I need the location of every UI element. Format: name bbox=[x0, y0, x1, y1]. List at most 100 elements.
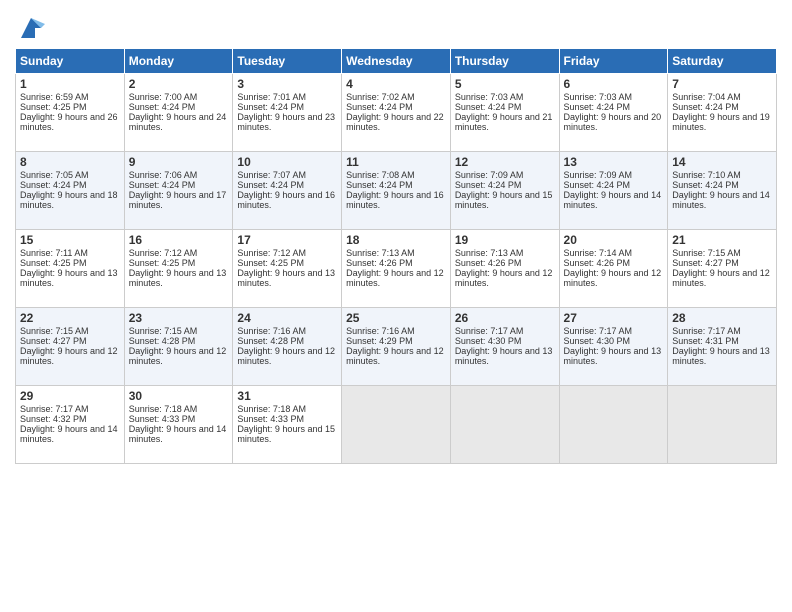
sunset-label: Sunset: 4:24 PM bbox=[564, 180, 631, 190]
calendar-day-21: 21Sunrise: 7:15 AMSunset: 4:27 PMDayligh… bbox=[668, 230, 777, 308]
sunset-label: Sunset: 4:24 PM bbox=[564, 102, 631, 112]
weekday-header-sunday: Sunday bbox=[16, 49, 125, 74]
sunrise-label: Sunrise: 6:59 AM bbox=[20, 92, 89, 102]
daylight-label: Daylight: 9 hours and 19 minutes. bbox=[672, 112, 770, 132]
sunset-label: Sunset: 4:25 PM bbox=[20, 102, 87, 112]
calendar-day-10: 10Sunrise: 7:07 AMSunset: 4:24 PMDayligh… bbox=[233, 152, 342, 230]
sunset-label: Sunset: 4:25 PM bbox=[237, 258, 304, 268]
sunrise-label: Sunrise: 7:07 AM bbox=[237, 170, 306, 180]
sunrise-label: Sunrise: 7:10 AM bbox=[672, 170, 741, 180]
daylight-label: Daylight: 9 hours and 14 minutes. bbox=[20, 424, 118, 444]
daylight-label: Daylight: 9 hours and 13 minutes. bbox=[20, 268, 118, 288]
weekday-header-wednesday: Wednesday bbox=[342, 49, 451, 74]
sunrise-label: Sunrise: 7:05 AM bbox=[20, 170, 89, 180]
sunrise-label: Sunrise: 7:04 AM bbox=[672, 92, 741, 102]
weekday-header-tuesday: Tuesday bbox=[233, 49, 342, 74]
calendar-day-13: 13Sunrise: 7:09 AMSunset: 4:24 PMDayligh… bbox=[559, 152, 668, 230]
sunset-label: Sunset: 4:28 PM bbox=[129, 336, 196, 346]
weekday-header-monday: Monday bbox=[124, 49, 233, 74]
calendar-day-25: 25Sunrise: 7:16 AMSunset: 4:29 PMDayligh… bbox=[342, 308, 451, 386]
day-number: 14 bbox=[672, 155, 772, 169]
sunset-label: Sunset: 4:30 PM bbox=[455, 336, 522, 346]
daylight-label: Daylight: 9 hours and 14 minutes. bbox=[672, 190, 770, 210]
sunset-label: Sunset: 4:24 PM bbox=[237, 180, 304, 190]
day-number: 31 bbox=[237, 389, 337, 403]
calendar-day-6: 6Sunrise: 7:03 AMSunset: 4:24 PMDaylight… bbox=[559, 74, 668, 152]
daylight-label: Daylight: 9 hours and 22 minutes. bbox=[346, 112, 444, 132]
calendar-empty-cell bbox=[668, 386, 777, 464]
calendar-table: SundayMondayTuesdayWednesdayThursdayFrid… bbox=[15, 48, 777, 464]
sunrise-label: Sunrise: 7:18 AM bbox=[237, 404, 306, 414]
day-number: 28 bbox=[672, 311, 772, 325]
daylight-label: Daylight: 9 hours and 12 minutes. bbox=[564, 268, 662, 288]
sunrise-label: Sunrise: 7:03 AM bbox=[564, 92, 633, 102]
sunrise-label: Sunrise: 7:13 AM bbox=[346, 248, 415, 258]
sunset-label: Sunset: 4:24 PM bbox=[129, 102, 196, 112]
sunrise-label: Sunrise: 7:11 AM bbox=[20, 248, 88, 258]
day-number: 27 bbox=[564, 311, 664, 325]
day-number: 19 bbox=[455, 233, 555, 247]
calendar-day-7: 7Sunrise: 7:04 AMSunset: 4:24 PMDaylight… bbox=[668, 74, 777, 152]
daylight-label: Daylight: 9 hours and 20 minutes. bbox=[564, 112, 662, 132]
day-number: 9 bbox=[129, 155, 229, 169]
daylight-label: Daylight: 9 hours and 13 minutes. bbox=[455, 346, 553, 366]
sunset-label: Sunset: 4:25 PM bbox=[129, 258, 196, 268]
sunset-label: Sunset: 4:24 PM bbox=[129, 180, 196, 190]
sunset-label: Sunset: 4:24 PM bbox=[672, 102, 739, 112]
day-number: 4 bbox=[346, 77, 446, 91]
sunrise-label: Sunrise: 7:06 AM bbox=[129, 170, 198, 180]
sunset-label: Sunset: 4:32 PM bbox=[20, 414, 87, 424]
sunrise-label: Sunrise: 7:15 AM bbox=[129, 326, 198, 336]
sunset-label: Sunset: 4:26 PM bbox=[564, 258, 631, 268]
daylight-label: Daylight: 9 hours and 12 minutes. bbox=[129, 346, 227, 366]
day-number: 7 bbox=[672, 77, 772, 91]
calendar-day-1: 1Sunrise: 6:59 AMSunset: 4:25 PMDaylight… bbox=[16, 74, 125, 152]
sunrise-label: Sunrise: 7:02 AM bbox=[346, 92, 415, 102]
calendar-week-5: 29Sunrise: 7:17 AMSunset: 4:32 PMDayligh… bbox=[16, 386, 777, 464]
calendar-day-23: 23Sunrise: 7:15 AMSunset: 4:28 PMDayligh… bbox=[124, 308, 233, 386]
logo bbox=[15, 14, 45, 42]
calendar-day-9: 9Sunrise: 7:06 AMSunset: 4:24 PMDaylight… bbox=[124, 152, 233, 230]
sunrise-label: Sunrise: 7:09 AM bbox=[455, 170, 524, 180]
daylight-label: Daylight: 9 hours and 16 minutes. bbox=[346, 190, 444, 210]
sunrise-label: Sunrise: 7:03 AM bbox=[455, 92, 524, 102]
weekday-header-friday: Friday bbox=[559, 49, 668, 74]
daylight-label: Daylight: 9 hours and 13 minutes. bbox=[237, 268, 335, 288]
day-number: 12 bbox=[455, 155, 555, 169]
calendar-day-26: 26Sunrise: 7:17 AMSunset: 4:30 PMDayligh… bbox=[450, 308, 559, 386]
daylight-label: Daylight: 9 hours and 15 minutes. bbox=[237, 424, 335, 444]
sunset-label: Sunset: 4:29 PM bbox=[346, 336, 413, 346]
sunrise-label: Sunrise: 7:18 AM bbox=[129, 404, 198, 414]
calendar-day-17: 17Sunrise: 7:12 AMSunset: 4:25 PMDayligh… bbox=[233, 230, 342, 308]
sunset-label: Sunset: 4:27 PM bbox=[672, 258, 739, 268]
calendar-day-30: 30Sunrise: 7:18 AMSunset: 4:33 PMDayligh… bbox=[124, 386, 233, 464]
day-number: 6 bbox=[564, 77, 664, 91]
daylight-label: Daylight: 9 hours and 12 minutes. bbox=[237, 346, 335, 366]
day-number: 25 bbox=[346, 311, 446, 325]
calendar-empty-cell bbox=[342, 386, 451, 464]
day-number: 1 bbox=[20, 77, 120, 91]
sunrise-label: Sunrise: 7:08 AM bbox=[346, 170, 415, 180]
calendar-day-24: 24Sunrise: 7:16 AMSunset: 4:28 PMDayligh… bbox=[233, 308, 342, 386]
sunset-label: Sunset: 4:24 PM bbox=[672, 180, 739, 190]
sunset-label: Sunset: 4:24 PM bbox=[346, 180, 413, 190]
day-number: 2 bbox=[129, 77, 229, 91]
sunset-label: Sunset: 4:24 PM bbox=[237, 102, 304, 112]
calendar-day-27: 27Sunrise: 7:17 AMSunset: 4:30 PMDayligh… bbox=[559, 308, 668, 386]
sunset-label: Sunset: 4:33 PM bbox=[129, 414, 196, 424]
daylight-label: Daylight: 9 hours and 18 minutes. bbox=[20, 190, 118, 210]
weekday-header-saturday: Saturday bbox=[668, 49, 777, 74]
calendar-day-18: 18Sunrise: 7:13 AMSunset: 4:26 PMDayligh… bbox=[342, 230, 451, 308]
page: SundayMondayTuesdayWednesdayThursdayFrid… bbox=[0, 0, 792, 612]
sunrise-label: Sunrise: 7:17 AM bbox=[20, 404, 89, 414]
daylight-label: Daylight: 9 hours and 13 minutes. bbox=[564, 346, 662, 366]
daylight-label: Daylight: 9 hours and 12 minutes. bbox=[346, 268, 444, 288]
sunset-label: Sunset: 4:24 PM bbox=[455, 180, 522, 190]
day-number: 17 bbox=[237, 233, 337, 247]
day-number: 20 bbox=[564, 233, 664, 247]
calendar-day-4: 4Sunrise: 7:02 AMSunset: 4:24 PMDaylight… bbox=[342, 74, 451, 152]
sunset-label: Sunset: 4:26 PM bbox=[455, 258, 522, 268]
sunset-label: Sunset: 4:28 PM bbox=[237, 336, 304, 346]
sunrise-label: Sunrise: 7:16 AM bbox=[346, 326, 415, 336]
calendar-day-14: 14Sunrise: 7:10 AMSunset: 4:24 PMDayligh… bbox=[668, 152, 777, 230]
